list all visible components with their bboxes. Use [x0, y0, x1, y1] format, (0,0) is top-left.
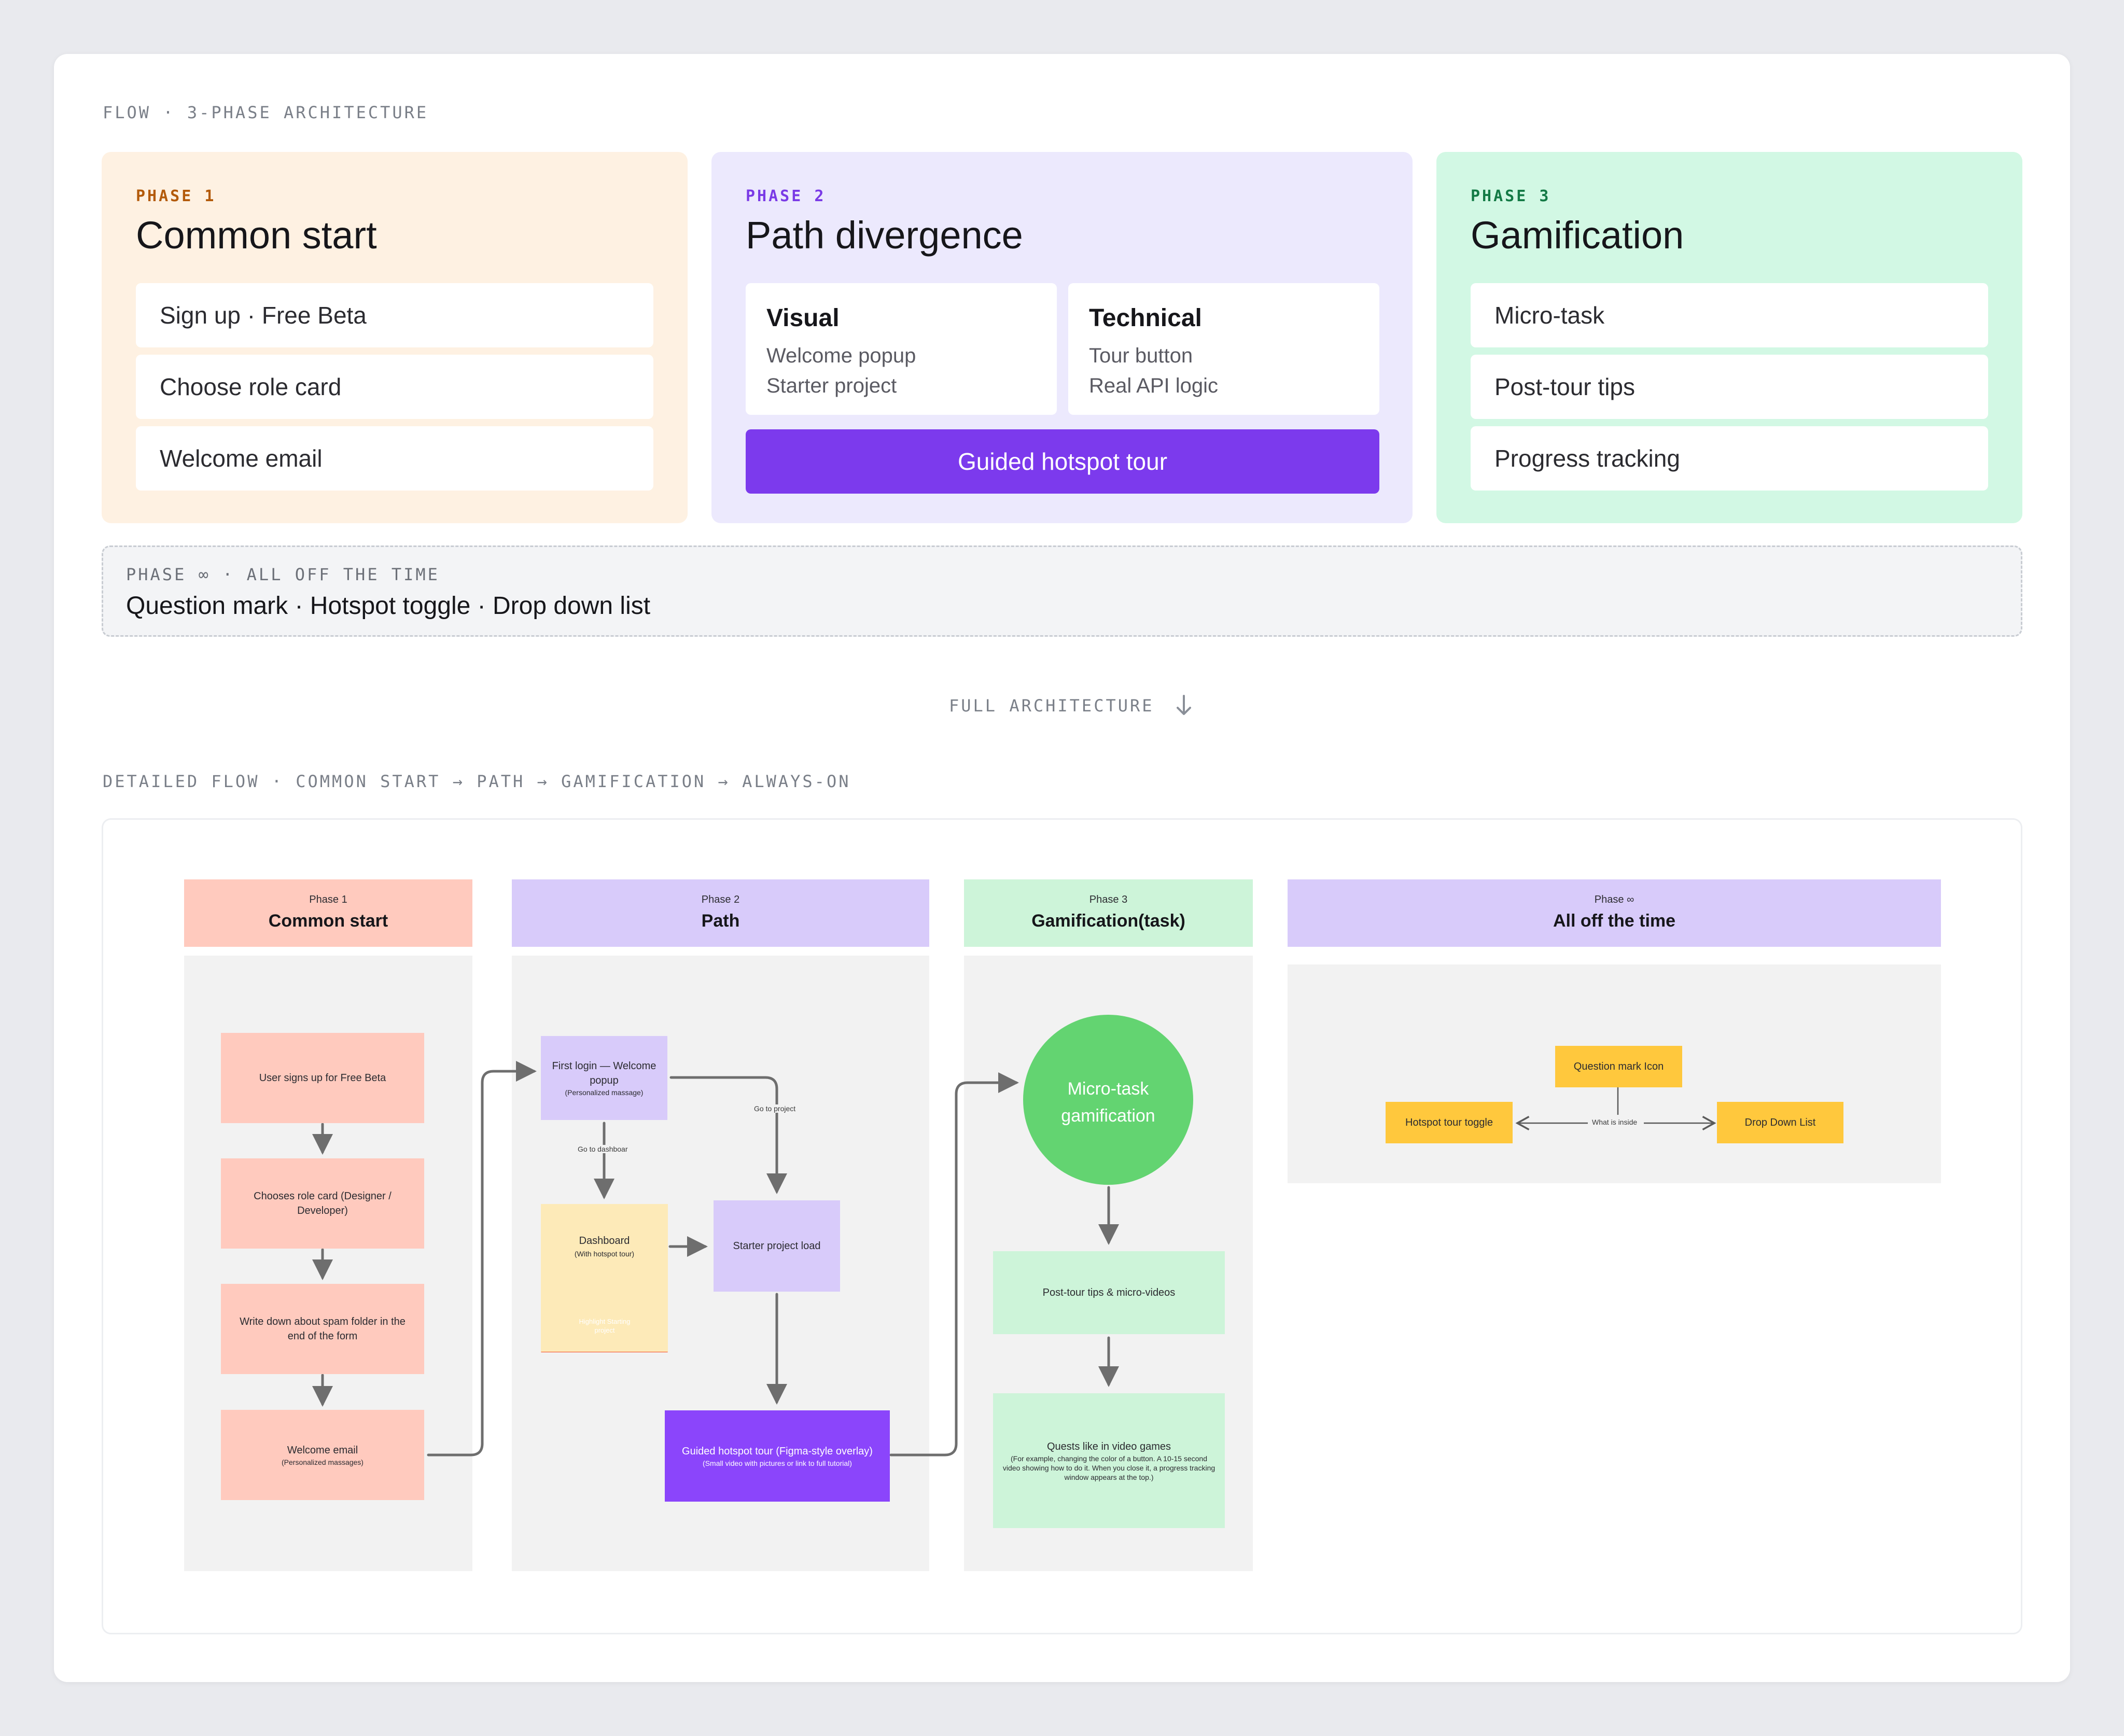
node-dashboard-sub: (With hotspot tour)	[574, 1250, 635, 1258]
node-starter-project[interactable]: Starter project load	[714, 1200, 840, 1292]
node-highlight-label: Highlight Starting project	[579, 1318, 631, 1334]
node-hotspot-tour-toggle[interactable]: Hotspot tour toggle	[1386, 1102, 1513, 1143]
node-guided-title: Guided hotspot tour (Figma-style overlay…	[682, 1446, 873, 1457]
connector-arrow	[669, 1076, 787, 1194]
node-question-mark-icon[interactable]: Question mark Icon	[1555, 1046, 1682, 1087]
node-spam-folder-note[interactable]: Write down about spam folder in the end …	[221, 1284, 424, 1374]
edge-label-dashboard: Go to dashboar	[576, 1145, 630, 1153]
node-first-login-title: First login — Welcome popup	[552, 1060, 656, 1086]
node-user-signup[interactable]: User signs up for Free Beta	[221, 1033, 424, 1123]
node-welcome-email[interactable]: Welcome email (Personalized massages)	[221, 1410, 424, 1500]
node-quests-sub: (For example, changing the color of a bu…	[1002, 1454, 1215, 1481]
node-choose-role-card[interactable]: Chooses role card (Designer / Developer)	[221, 1158, 424, 1249]
node-micro-task-label: Micro-task gamification	[1061, 1079, 1155, 1126]
node-quests-title: Quests like in video games	[1046, 1441, 1171, 1452]
node-first-login-sub: (Personalized massage)	[565, 1088, 644, 1097]
node-drop-down-list[interactable]: Drop Down List	[1717, 1102, 1843, 1143]
node-welcome-email-title: Welcome email	[287, 1445, 358, 1456]
node-guided-hotspot-tour[interactable]: Guided hotspot tour (Figma-style overlay…	[665, 1410, 890, 1502]
edge-label-inside: What is inside	[1590, 1118, 1640, 1126]
node-dashboard[interactable]: Dashboard (With hotspot tour) Highlight …	[541, 1204, 668, 1352]
node-guided-sub: (Small video with pictures or link to fu…	[703, 1459, 852, 1467]
node-welcome-email-sub: (Personalized massages)	[282, 1458, 364, 1466]
node-quests[interactable]: Quests like in video games (For example,…	[993, 1393, 1225, 1528]
connector-arrow	[427, 1061, 537, 1457]
node-dashboard-title: Dashboard	[579, 1235, 630, 1247]
edge-label-project: Go to project	[752, 1104, 798, 1113]
node-first-login[interactable]: First login — Welcome popup (Personalize…	[541, 1036, 667, 1120]
node-post-tour-tips[interactable]: Post-tour tips & micro-videos	[993, 1251, 1225, 1334]
